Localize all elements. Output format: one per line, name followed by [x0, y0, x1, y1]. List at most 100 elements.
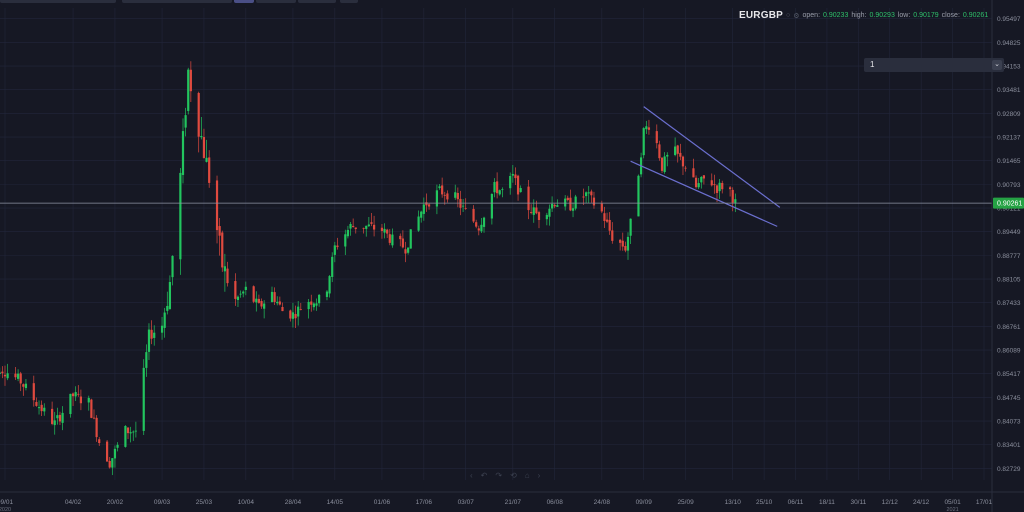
candle-body: [1, 371, 4, 374]
candle-body: [273, 292, 276, 302]
close-label: close:: [941, 12, 960, 19]
last-price-label: 0.90261: [997, 201, 1022, 208]
x-tick-label: 24/08: [594, 499, 611, 506]
candle-body: [454, 192, 457, 198]
nav-zoom-icon[interactable]: ⌂: [525, 471, 538, 480]
nav-left-icon[interactable]: ‹: [470, 471, 481, 480]
x-tick-label: 17/01: [976, 499, 993, 506]
candle-body: [516, 175, 520, 195]
candle-body: [291, 312, 295, 319]
candle-body: [281, 307, 284, 312]
low-value: 0.90179: [913, 12, 939, 19]
candle-body: [312, 303, 315, 308]
toolbar-tab[interactable]: [0, 0, 116, 3]
legend-circle-icon[interactable]: ○: [786, 12, 790, 19]
candle-body: [331, 256, 334, 277]
candle-body: [571, 208, 575, 211]
toolbar-tab[interactable]: [234, 0, 254, 3]
candlestick-chart[interactable]: 0.954970.948250.941530.934810.928090.921…: [0, 0, 1024, 512]
candle-body: [145, 352, 148, 368]
toolbar-tab[interactable]: [256, 0, 296, 3]
candle-body: [352, 225, 355, 227]
candle-body: [694, 177, 698, 188]
candle-body: [461, 205, 465, 207]
candle-body: [480, 224, 483, 232]
candle-body: [325, 291, 329, 297]
legend-settings-icon[interactable]: ⚙: [793, 12, 799, 20]
candle-body: [24, 383, 28, 389]
candle-body: [299, 309, 302, 310]
candle-body: [0, 372, 1, 374]
x-tick-label: 12/12: [882, 499, 899, 506]
candle-body: [132, 431, 135, 433]
nav-right-icon[interactable]: ›: [538, 471, 549, 480]
candle-body: [43, 407, 46, 412]
candle-body: [40, 404, 43, 412]
toolbar-tab[interactable]: [298, 0, 336, 3]
trendline[interactable]: [630, 160, 778, 227]
y-tick-label: 0.90793: [997, 182, 1021, 189]
x-tick-label: 28/04: [285, 499, 302, 506]
candle-body: [208, 157, 211, 183]
candle-body: [621, 240, 624, 247]
candle-body: [660, 157, 664, 171]
toolbar-tab[interactable]: [340, 0, 358, 3]
nav-redo-icon[interactable]: ↷: [495, 471, 510, 480]
x-tick-label: 21/07: [505, 499, 522, 506]
chart-grid: [0, 8, 992, 480]
y-tick-label: 0.88777: [997, 253, 1021, 260]
candle-body: [181, 131, 185, 175]
candle-body: [215, 180, 219, 231]
x-tick-label: 17/06: [416, 499, 433, 506]
candle-body: [637, 175, 640, 217]
chart-navigation: ‹↶↷⟲⌂›: [470, 471, 548, 480]
candle-body: [386, 229, 389, 234]
candle-body: [244, 286, 247, 290]
nav-reset-icon[interactable]: ⟲: [510, 471, 525, 480]
x-tick-label: 01/06: [374, 499, 391, 506]
candle-body: [407, 247, 410, 253]
x-tick-label: 10/04: [238, 499, 255, 506]
candle-body: [14, 373, 17, 378]
y-tick-label: 0.95497: [997, 16, 1021, 23]
candle-body: [19, 373, 22, 384]
candle-body: [252, 286, 255, 302]
candle-body: [715, 185, 719, 193]
candle-body: [218, 226, 221, 236]
candle-body: [134, 430, 137, 432]
candle-body: [404, 249, 407, 254]
candle-body: [95, 417, 98, 438]
candle-body: [221, 232, 224, 268]
candle-body: [721, 182, 724, 190]
interval-select[interactable]: 1 ⌄: [864, 58, 1004, 72]
candle-body: [702, 175, 706, 179]
candle-body: [399, 235, 402, 240]
candle-body: [537, 212, 541, 221]
candle-body: [147, 329, 151, 352]
candle-body: [270, 291, 274, 303]
toolbar-tab[interactable]: [122, 0, 232, 3]
candle-body: [514, 174, 517, 179]
candle-body: [391, 234, 394, 246]
candle-body: [734, 199, 737, 203]
candle-body: [427, 204, 431, 207]
x-year-label: 2021: [946, 507, 958, 512]
candle-body: [647, 127, 651, 130]
candle-body: [422, 204, 425, 214]
ohlc-legend: EURGBP ○ ⚙ open: 0.90233 high: 0.90293 l…: [739, 10, 988, 21]
candle-body: [61, 412, 64, 423]
y-tick-label: 0.91465: [997, 158, 1021, 165]
candle-body: [310, 301, 313, 305]
chevron-down-icon[interactable]: ⌄: [992, 60, 1002, 70]
candle-body: [645, 126, 648, 130]
candle-body: [501, 189, 504, 191]
candle-body: [113, 448, 117, 459]
candle-body: [409, 229, 412, 249]
candle-body: [336, 245, 339, 248]
candle-body: [71, 393, 75, 397]
candle-body: [490, 193, 493, 219]
candle-body: [642, 128, 645, 156]
candle-body: [129, 432, 132, 434]
nav-undo-icon[interactable]: ↶: [481, 471, 496, 480]
candle-body: [475, 222, 478, 227]
